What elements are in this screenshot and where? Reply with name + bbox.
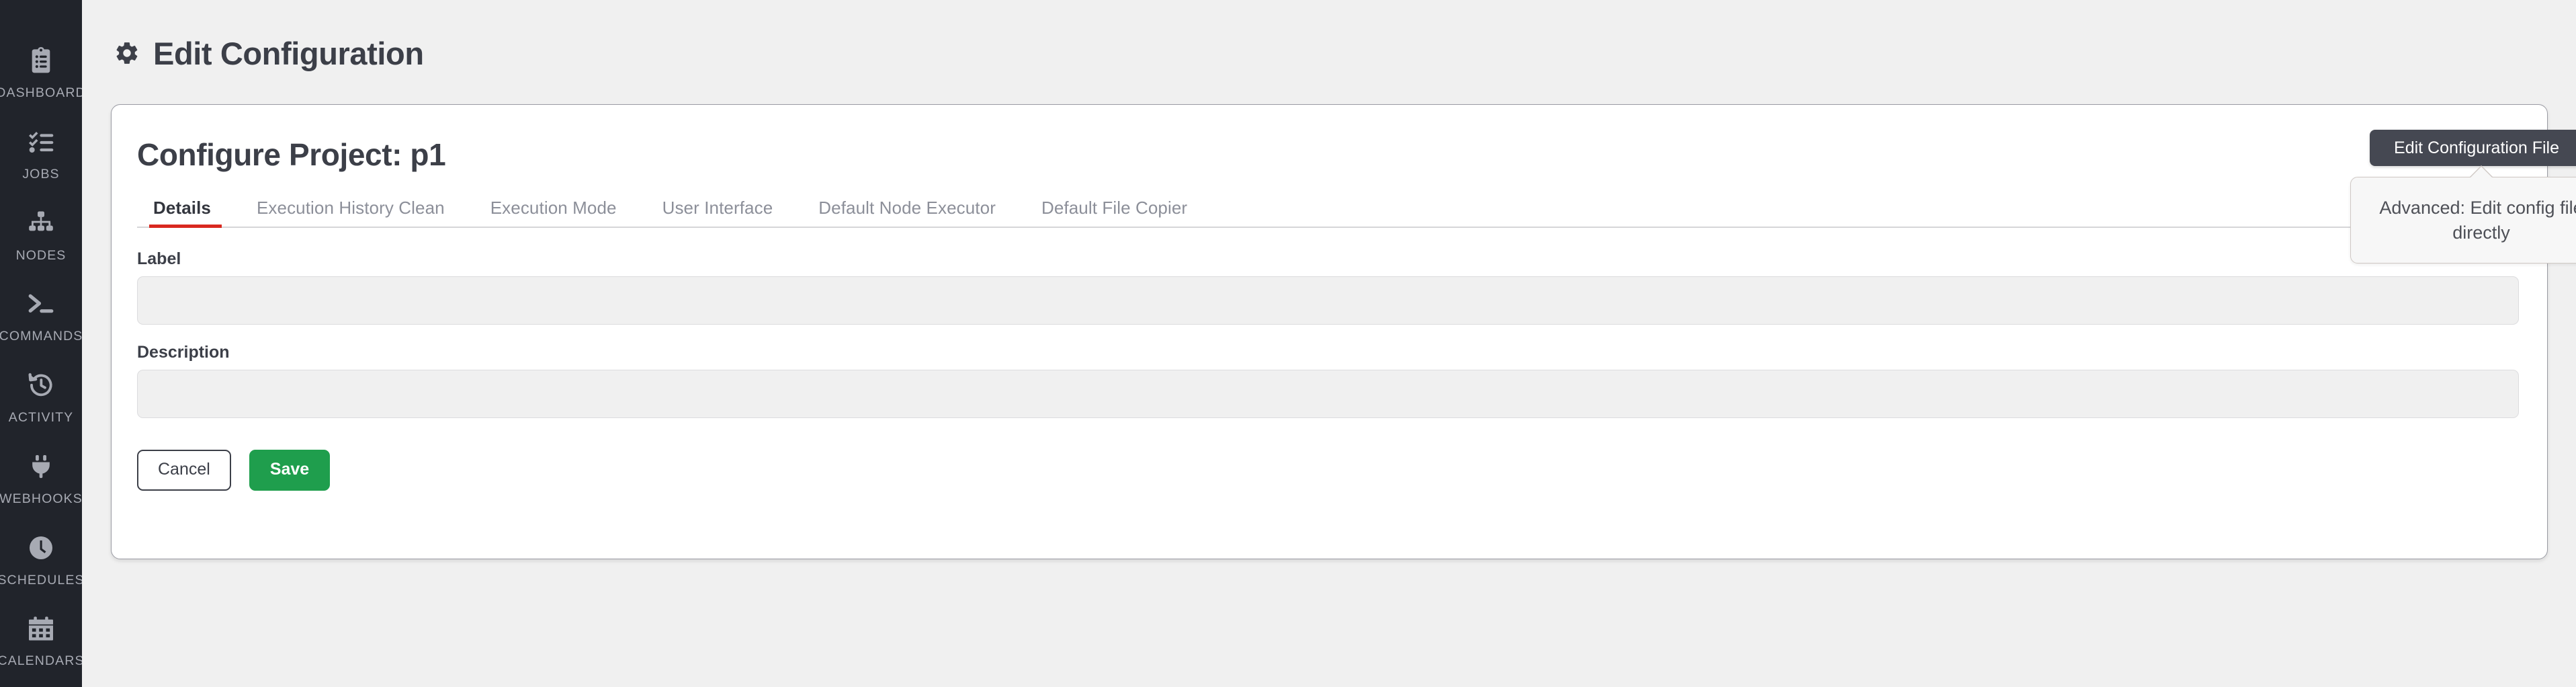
- field-description: Description: [137, 343, 2522, 419]
- sidebar-item-calendars[interactable]: CALENDARS: [0, 606, 85, 687]
- sidebar-item-label: NODES: [15, 247, 67, 263]
- tooltip-text: Advanced: Edit config file directly: [2379, 198, 2576, 243]
- cancel-button[interactable]: Cancel: [137, 450, 231, 491]
- app-root: DASHBOARD JOBS NODES COMMANDS ACTIVITY W…: [0, 0, 2576, 687]
- label-input[interactable]: [137, 276, 2519, 325]
- history-clock-icon: [22, 366, 60, 404]
- tooltip-arrow-inner-icon: [2470, 167, 2493, 178]
- tab-execution-history-clean[interactable]: Execution History Clean: [234, 199, 468, 228]
- configure-project-card: Configure Project: p1 Details Execution …: [111, 104, 2548, 559]
- sidebar-item-webhooks[interactable]: WEBHOOKS: [0, 444, 82, 525]
- edit-configuration-file-tooltip: Advanced: Edit config file directly: [2350, 165, 2576, 264]
- tab-list: Details Execution History Clean Executio…: [137, 199, 2522, 229]
- sidebar-item-commands[interactable]: COMMANDS: [0, 281, 82, 362]
- edit-configuration-file-button[interactable]: Edit Configuration File: [2370, 130, 2576, 166]
- sidebar-item-label: COMMANDS: [0, 329, 83, 344]
- tab-default-file-copier[interactable]: Default File Copier: [1019, 199, 1210, 228]
- field-label: Label: [137, 251, 2522, 325]
- clipboard-list-icon: [22, 42, 60, 79]
- tab-details[interactable]: Details: [137, 199, 234, 229]
- sidebar-item-dashboard[interactable]: DASHBOARD: [0, 38, 85, 119]
- calendar-icon: [22, 610, 60, 647]
- sidebar-item-label: WEBHOOKS: [0, 491, 83, 506]
- tab-default-node-executor[interactable]: Default Node Executor: [796, 199, 1019, 228]
- page-title: Edit Configuration: [153, 35, 424, 71]
- main-content: Edit Configuration Configure Project: p1…: [82, 0, 2576, 687]
- tab-user-interface[interactable]: User Interface: [640, 199, 796, 228]
- page-header: Edit Configuration: [82, 0, 2576, 74]
- description-field-caption: Description: [137, 343, 230, 362]
- clock-icon: [22, 529, 60, 567]
- sidebar-item-nodes[interactable]: NODES: [0, 200, 82, 282]
- sidebar: DASHBOARD JOBS NODES COMMANDS ACTIVITY W…: [0, 0, 85, 687]
- sidebar-item-schedules[interactable]: SCHEDULES: [0, 525, 85, 606]
- tabs-container: Details Execution History Clean Executio…: [112, 199, 2547, 229]
- save-button[interactable]: Save: [249, 450, 331, 491]
- checklist-icon: [22, 123, 60, 161]
- tab-execution-mode[interactable]: Execution Mode: [468, 199, 640, 228]
- sidebar-item-label: DASHBOARD: [0, 85, 86, 100]
- sitemap-icon: [22, 204, 60, 242]
- form-actions: Cancel Save: [137, 450, 2522, 491]
- label-field-caption: Label: [137, 249, 181, 269]
- sidebar-item-label: JOBS: [22, 166, 60, 181]
- plug-icon: [22, 448, 60, 485]
- terminal-prompt-icon: [22, 285, 60, 323]
- sidebar-item-label: ACTIVITY: [8, 410, 74, 425]
- sidebar-item-jobs[interactable]: JOBS: [0, 119, 82, 200]
- description-input[interactable]: [137, 370, 2519, 419]
- card-title: Configure Project: p1: [137, 137, 446, 172]
- sidebar-item-activity[interactable]: ACTIVITY: [0, 362, 82, 444]
- sidebar-item-label: SCHEDULES: [0, 572, 85, 588]
- sidebar-item-label: CALENDARS: [0, 653, 85, 669]
- configure-form: Label Description Cancel Save: [112, 228, 2547, 491]
- gear-icon: [113, 39, 141, 67]
